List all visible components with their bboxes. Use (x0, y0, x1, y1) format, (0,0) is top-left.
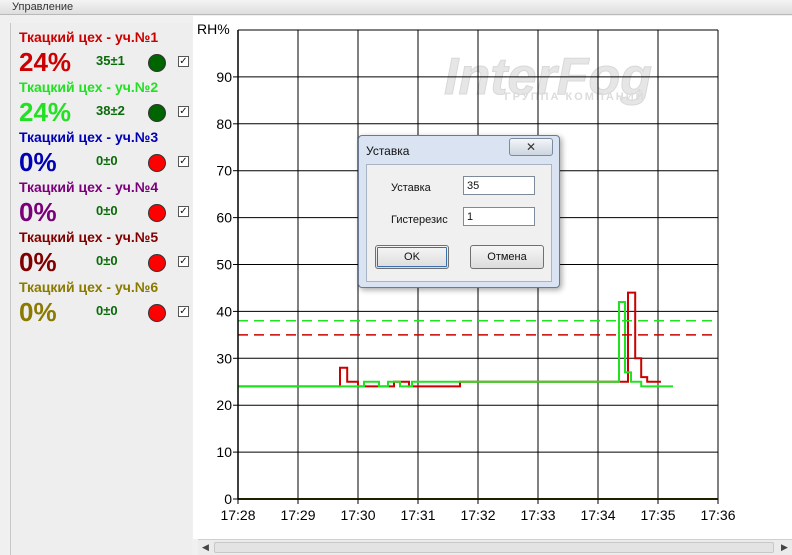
zone-title: Ткацкий цех - уч.№5 (19, 229, 159, 245)
x-tick-label: 17:33 (520, 507, 555, 523)
x-tick-label: 17:31 (400, 507, 435, 523)
zone-setpoint[interactable]: 38±2 (96, 103, 125, 118)
watermark-tagline: ГРУППА КОМПАНИЙ (504, 90, 645, 103)
zone-title: Ткацкий цех - уч.№2 (19, 79, 159, 95)
scroll-thumb[interactable] (214, 542, 774, 553)
zone-4[interactable]: Ткацкий цех - уч.№4 0% 0±0 ✓ (19, 173, 191, 227)
status-indicator-icon (148, 304, 166, 322)
zone-title: Ткацкий цех - уч.№3 (19, 129, 159, 145)
zone-visibility-checkbox[interactable]: ✓ (178, 306, 189, 317)
zone-title: Ткацкий цех - уч.№6 (19, 279, 159, 295)
scroll-right-icon[interactable]: ▶ (781, 542, 788, 553)
y-tick-label: 20 (216, 397, 232, 413)
zone-status-panel: Ткацкий цех - уч.№1 24% 35±1 ✓ Ткацкий ц… (10, 23, 192, 555)
status-indicator-icon (148, 254, 166, 272)
zone-6[interactable]: Ткацкий цех - уч.№6 0% 0±0 ✓ (19, 273, 191, 327)
dialog-body: Уставка Гистерезис OK Отмена (366, 164, 552, 282)
setpoint-field[interactable] (463, 176, 535, 195)
x-tick-label: 17:28 (220, 507, 255, 523)
menu-control[interactable]: Управление (12, 1, 73, 13)
y-axis-label: RH% (197, 21, 230, 37)
zone-humidity-value: 0% (19, 297, 57, 327)
status-indicator-icon (148, 154, 166, 172)
zone-visibility-checkbox[interactable]: ✓ (178, 256, 189, 267)
zone-setpoint[interactable]: 0±0 (96, 303, 118, 318)
menu-bar: Управление (0, 0, 792, 15)
x-tick-label: 17:29 (280, 507, 315, 523)
y-tick-label: 90 (216, 69, 232, 85)
zone-3[interactable]: Ткацкий цех - уч.№3 0% 0±0 ✓ (19, 123, 191, 177)
x-tick-label: 17:35 (640, 507, 675, 523)
dialog-titlebar[interactable]: Уставка ✕ (359, 136, 559, 162)
zone-1[interactable]: Ткацкий цех - уч.№1 24% 35±1 ✓ (19, 23, 191, 77)
hysteresis-field[interactable] (463, 207, 535, 226)
zone-setpoint[interactable]: 0±0 (96, 153, 118, 168)
x-tick-label: 17:30 (340, 507, 375, 523)
dialog-title: Уставка (366, 144, 410, 158)
y-tick-label: 0 (224, 491, 232, 507)
zone-setpoint[interactable]: 0±0 (96, 253, 118, 268)
zone-visibility-checkbox[interactable]: ✓ (178, 156, 189, 167)
y-tick-label: 60 (216, 210, 232, 226)
zone-setpoint[interactable]: 0±0 (96, 203, 118, 218)
zone-setpoint[interactable]: 35±1 (96, 53, 125, 68)
zone-visibility-checkbox[interactable]: ✓ (178, 206, 189, 217)
cancel-button[interactable]: Отмена (470, 245, 544, 269)
zone-title: Ткацкий цех - уч.№4 (19, 179, 159, 195)
humidity-series-line-1 (238, 301, 673, 388)
y-tick-label: 50 (216, 257, 232, 273)
y-tick-label: 10 (216, 444, 232, 460)
hysteresis-label: Гистерезис (391, 214, 448, 226)
zone-visibility-checkbox[interactable]: ✓ (178, 106, 189, 117)
status-indicator-icon (148, 54, 166, 72)
close-icon[interactable]: ✕ (509, 138, 553, 156)
scroll-left-icon[interactable]: ◀ (202, 542, 209, 553)
zone-title: Ткацкий цех - уч.№1 (19, 29, 159, 45)
zone-visibility-checkbox[interactable]: ✓ (178, 56, 189, 67)
status-indicator-icon (148, 204, 166, 222)
zone-2[interactable]: Ткацкий цех - уч.№2 24% 38±2 ✓ (19, 73, 191, 127)
y-tick-label: 80 (216, 116, 232, 132)
setpoint-dialog: Уставка ✕ Уставка Гистерезис OK Отмена (358, 135, 560, 288)
zone-5[interactable]: Ткацкий цех - уч.№5 0% 0±0 ✓ (19, 223, 191, 277)
status-indicator-icon (148, 104, 166, 122)
chart-scrollbar[interactable]: ◀ ▶ (198, 539, 792, 555)
y-tick-label: 40 (216, 303, 232, 319)
x-tick-label: 17:32 (460, 507, 495, 523)
y-tick-label: 70 (216, 163, 232, 179)
x-tick-label: 17:36 (700, 507, 735, 523)
y-tick-label: 30 (216, 350, 232, 366)
setpoint-label: Уставка (391, 182, 431, 194)
ok-button[interactable]: OK (375, 245, 449, 269)
x-tick-label: 17:34 (580, 507, 615, 523)
